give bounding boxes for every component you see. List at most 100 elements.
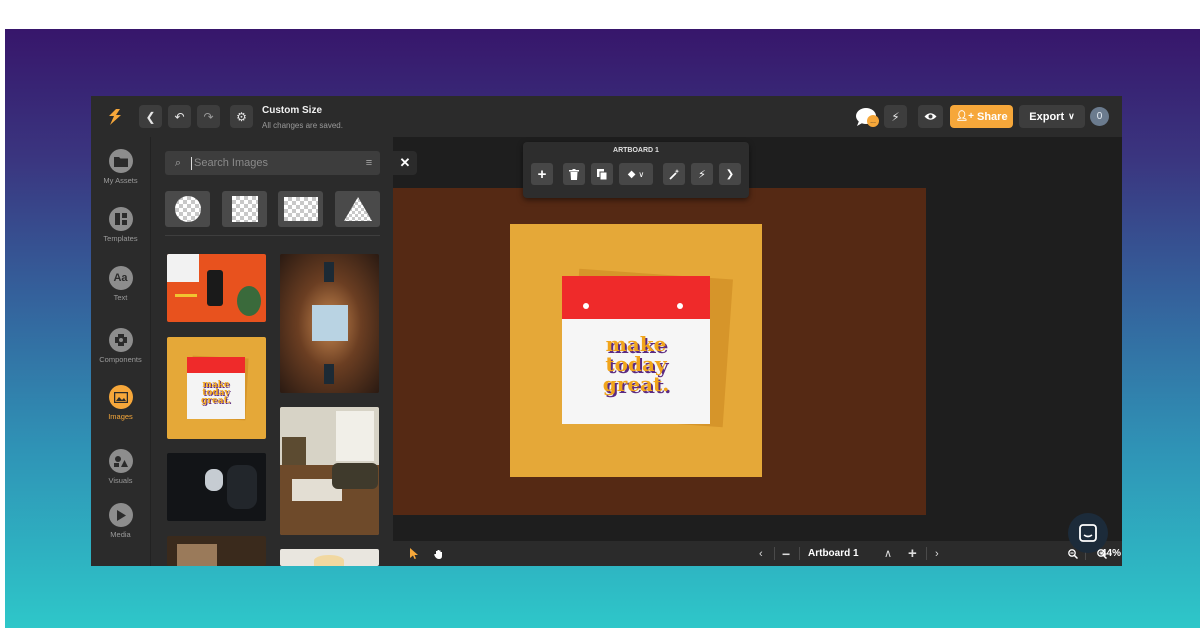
artboard-name[interactable]: Artboard 1 xyxy=(808,541,859,566)
undo-icon: ↶ xyxy=(174,109,185,124)
delete-button[interactable] xyxy=(563,163,585,185)
artboard[interactable]: make today great. xyxy=(510,224,762,477)
hand-tool-button[interactable] xyxy=(434,541,444,566)
zoom-in-icon xyxy=(1097,548,1107,559)
calendar-text-line: today xyxy=(605,352,667,376)
sidebar-item-label: Images xyxy=(108,412,133,421)
visuals-icon xyxy=(108,449,133,473)
sidebar-item-components[interactable]: Components xyxy=(91,328,150,364)
image-thumb-food[interactable] xyxy=(280,549,379,566)
chevron-right-icon: › xyxy=(935,547,939,560)
chat-icon xyxy=(1079,524,1097,542)
triangle-shape-icon xyxy=(343,197,372,221)
sidebar-item-media[interactable]: Media xyxy=(91,503,150,539)
calendar-graphic[interactable]: make today great. xyxy=(562,276,710,424)
chevron-left-icon: ❮ xyxy=(145,109,156,124)
image-thumb-building[interactable] xyxy=(280,254,379,393)
app-logo[interactable] xyxy=(107,108,123,126)
calendar-text-line: make xyxy=(605,332,667,356)
calendar-ring-hole xyxy=(583,303,589,309)
text-icon: Aa xyxy=(108,266,133,290)
export-button[interactable]: Export ∨ xyxy=(1019,105,1085,128)
sidebar-item-templates[interactable]: Templates xyxy=(91,207,150,243)
cursor-icon xyxy=(410,548,418,559)
artboard-toolbar: ARTBOARD 1 + ◆ ∨ ⚡︎ ❯ xyxy=(523,142,749,198)
comments-button[interactable]: ... xyxy=(855,106,881,128)
calendar-text: make today great. xyxy=(562,334,710,394)
lightning-icon: ⚡︎ xyxy=(891,109,900,124)
more-options-button[interactable]: ❯ xyxy=(719,163,741,185)
undo-button[interactable]: ↶ xyxy=(168,105,191,128)
lightning-icon: ⚡︎ xyxy=(698,168,706,181)
sidebar-item-label: Visuals xyxy=(108,476,133,485)
redo-icon: ↷ xyxy=(203,109,214,124)
redo-button[interactable]: ↷ xyxy=(197,105,220,128)
components-icon xyxy=(108,328,133,352)
copy-icon xyxy=(596,168,607,180)
preview-button[interactable] xyxy=(918,105,943,128)
close-panel-button[interactable]: ✕ xyxy=(393,151,417,175)
document-title[interactable]: Custom Size xyxy=(262,105,322,116)
circle-shape-icon xyxy=(174,196,201,222)
artboard-menu-button[interactable]: ∧ xyxy=(884,541,892,566)
magic-wand-button[interactable] xyxy=(663,163,685,185)
shape-rectangle[interactable] xyxy=(278,191,323,227)
add-artboard-button[interactable]: + xyxy=(531,163,553,185)
search-input[interactable] xyxy=(191,156,358,170)
sidebar-item-label: Templates xyxy=(103,234,138,243)
fill-color-button[interactable]: ◆ ∨ xyxy=(619,163,653,185)
quick-actions-button[interactable]: ⚡︎ xyxy=(884,105,907,128)
shape-square[interactable] xyxy=(222,191,267,227)
templates-icon xyxy=(108,207,133,231)
shape-circle[interactable] xyxy=(165,191,210,227)
remove-artboard-button[interactable]: − xyxy=(782,541,790,566)
image-thumb-orange-desk[interactable] xyxy=(167,254,266,322)
divider xyxy=(926,547,927,560)
image-thumb-living-room[interactable] xyxy=(280,407,379,535)
sidebar-item-visuals[interactable]: Visuals xyxy=(91,449,150,485)
export-label: Export xyxy=(1029,110,1065,123)
back-button[interactable]: ❮ xyxy=(139,105,162,128)
top-bar: ❮ ↶ ↷ ⚙ Custom Size All changes are save… xyxy=(91,96,1122,137)
chevron-right-icon: ❯ xyxy=(725,168,735,180)
next-artboard-button[interactable]: › xyxy=(935,541,939,566)
bottom-bar: ‹ − Artboard 1 ∧ + › 44% xyxy=(393,541,1122,566)
settings-button[interactable]: ⚙ xyxy=(230,105,253,128)
avatar[interactable]: 0 xyxy=(1090,107,1109,126)
search-bar: ⌕ ≡ xyxy=(165,151,380,175)
hand-icon xyxy=(434,549,442,559)
add-artboard-bottom-button[interactable]: + xyxy=(908,541,917,566)
select-tool-button[interactable] xyxy=(410,541,418,566)
image-thumb-airplane-window[interactable] xyxy=(167,453,266,521)
plus-icon: + xyxy=(908,545,917,562)
duplicate-button[interactable] xyxy=(591,163,613,185)
add-user-icon: 👤︎+ xyxy=(955,111,974,122)
sidebar-item-images[interactable]: Images xyxy=(91,385,150,421)
image-icon xyxy=(108,385,133,409)
image-thumb-calendar[interactable]: make today great. xyxy=(167,337,266,439)
play-icon xyxy=(108,503,133,527)
previous-artboard-button[interactable]: ‹ xyxy=(759,541,763,566)
shape-triangle[interactable] xyxy=(335,191,380,227)
svg-text:...: ... xyxy=(870,118,876,125)
comment-icon: ... xyxy=(856,108,879,127)
filter-icon[interactable]: ≡ xyxy=(358,157,380,169)
sidebar-item-label: Media xyxy=(110,530,131,539)
zoom-in-button[interactable] xyxy=(1097,541,1107,566)
chevron-up-icon: ∧ xyxy=(884,548,893,560)
share-button[interactable]: 👤︎+ Share xyxy=(950,105,1013,128)
image-thumb-cafe[interactable] xyxy=(167,536,266,566)
magic-wand-icon xyxy=(668,168,679,180)
sidebar-item-my-assets[interactable]: My Assets xyxy=(91,149,150,185)
chevron-left-icon: ‹ xyxy=(759,547,763,560)
sidebar-item-label: Text xyxy=(113,293,128,302)
trash-icon xyxy=(569,168,579,180)
calendar-text-line: great. xyxy=(602,372,670,396)
quick-action-button[interactable]: ⚡︎ xyxy=(691,163,713,185)
panel-divider xyxy=(165,235,380,236)
chevron-down-icon: ∨ xyxy=(638,169,645,179)
sidebar-item-label: Components xyxy=(99,355,142,364)
sidebar-item-text[interactable]: Aa Text xyxy=(91,266,150,302)
plus-icon: + xyxy=(537,165,547,183)
eye-icon xyxy=(924,113,937,120)
